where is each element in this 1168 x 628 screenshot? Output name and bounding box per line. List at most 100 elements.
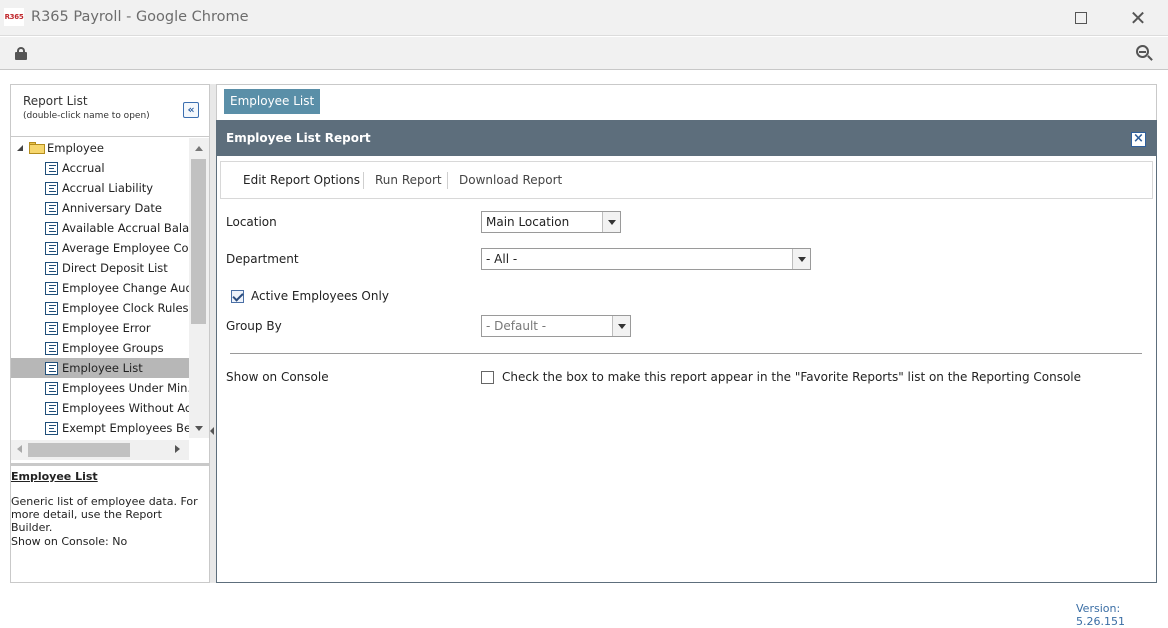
report-icon — [45, 302, 58, 315]
close-report-button[interactable]: × — [1131, 132, 1146, 147]
report-list-item[interactable]: Direct Deposit List — [11, 258, 189, 278]
report-list-item-label: Average Employee Count — [62, 241, 189, 255]
scroll-thumb[interactable] — [191, 159, 206, 324]
tree-folder-employee[interactable]: Employee — [11, 138, 189, 158]
tab-employee-list[interactable]: Employee List — [224, 89, 321, 114]
report-list-header: Report List (double-click name to open) … — [11, 85, 209, 137]
scroll-down-icon[interactable] — [195, 426, 203, 431]
expand-triangle-icon[interactable] — [17, 145, 23, 151]
report-icon — [45, 282, 58, 295]
report-icon — [45, 362, 58, 375]
report-list-item[interactable]: Employee Clock Rules — [11, 298, 189, 318]
report-list-item-label: Available Accrual Balance — [62, 221, 189, 235]
hscroll-thumb[interactable] — [28, 443, 130, 457]
report-list-title: Report List — [23, 94, 88, 108]
description-title: Employee List — [11, 470, 98, 483]
r365-app-icon: R365 — [4, 8, 24, 26]
report-list-item[interactable]: Accrual Liability — [11, 178, 189, 198]
report-icon — [45, 222, 58, 235]
report-list-item-label: Employee List — [62, 361, 143, 375]
subtab-edit-report-options[interactable]: Edit Report Options — [243, 162, 360, 198]
window-titlebar: R365 R365 Payroll - Google Chrome ✕ — [0, 0, 1168, 36]
report-panel-header: Employee List Report — [217, 121, 1156, 156]
report-list-item[interactable]: Employees Under Min. Wage — [11, 378, 189, 398]
subtab-run-report[interactable]: Run Report — [375, 162, 442, 198]
location-value: Main Location — [486, 215, 570, 229]
section-divider — [230, 353, 1142, 354]
report-list-item[interactable]: Employee Groups — [11, 338, 189, 358]
chevron-down-icon[interactable] — [612, 316, 630, 336]
report-list-item[interactable]: Employees Without Accruals — [11, 398, 189, 418]
department-label: Department — [226, 252, 299, 266]
report-icon — [45, 342, 58, 355]
report-tree: Employee Accrual Accrual Liability Anniver… — [11, 138, 189, 438]
show-on-console-checkbox[interactable] — [481, 371, 494, 384]
report-list-subtitle: (double-click name to open) — [23, 111, 150, 121]
maximize-icon — [1075, 12, 1087, 24]
report-list-item-label: Accrual Liability — [62, 181, 154, 195]
description-console-status: Show on Console: No — [11, 535, 128, 548]
report-tab-bar: Employee List — [216, 84, 1157, 120]
report-list-panel: Report List (double-click name to open) … — [10, 84, 210, 583]
report-list-item[interactable]: Anniversary Date — [11, 198, 189, 218]
department-select[interactable]: - All - — [481, 248, 811, 270]
report-icon — [45, 162, 58, 175]
scroll-up-icon[interactable] — [195, 146, 203, 151]
subtab-download-report[interactable]: Download Report — [459, 162, 562, 198]
window-title: R365 Payroll - Google Chrome — [31, 9, 249, 25]
tree-vertical-scrollbar[interactable] — [189, 138, 209, 438]
collapse-panel-button[interactable]: « — [183, 102, 199, 118]
description-text: Generic list of employee data. For more … — [11, 495, 198, 534]
scroll-left-icon[interactable] — [17, 445, 22, 453]
scroll-right-icon[interactable] — [175, 445, 180, 453]
report-list-item[interactable]: Exempt Employees Below — [11, 418, 189, 438]
report-list-item[interactable]: Employee List — [11, 358, 189, 378]
report-list-item-label: Employees Under Min. Wage — [62, 381, 189, 395]
report-subtabs: Edit Report Options Run Report Download … — [220, 161, 1153, 199]
report-list-item[interactable]: Average Employee Count — [11, 238, 189, 258]
tree-horizontal-scrollbar[interactable] — [11, 440, 189, 460]
show-on-console-text[interactable]: Check the box to make this report appear… — [502, 370, 1081, 384]
browser-toolbar — [0, 37, 1168, 70]
report-description: Employee List Generic list of employee d… — [11, 463, 209, 582]
report-icon — [45, 182, 58, 195]
maximize-button[interactable] — [1058, 0, 1104, 36]
close-window-button[interactable]: ✕ — [1115, 0, 1161, 36]
report-icon — [45, 382, 58, 395]
active-employees-label[interactable]: Active Employees Only — [251, 289, 389, 303]
report-icon — [45, 242, 58, 255]
report-panel: Employee List Report × Edit Report Optio… — [216, 120, 1157, 583]
report-list-item-label: Employee Groups — [62, 341, 164, 355]
group-by-label: Group By — [226, 319, 282, 333]
report-list-item[interactable]: Employee Error — [11, 318, 189, 338]
location-select[interactable]: Main Location — [481, 211, 621, 233]
department-value: - All - — [486, 252, 518, 266]
location-label: Location — [226, 215, 277, 229]
report-icon — [45, 262, 58, 275]
report-list-item-label: Direct Deposit List — [62, 261, 168, 275]
report-list-item-label: Employee Clock Rules — [62, 301, 189, 315]
report-list-item-label: Employee Change Audit — [62, 281, 189, 295]
chevron-down-icon[interactable] — [792, 249, 810, 269]
report-title: Employee List Report — [226, 131, 371, 145]
lock-icon[interactable] — [15, 47, 27, 60]
report-icon — [45, 202, 58, 215]
folder-label: Employee — [47, 141, 104, 155]
report-list-item-label: Exempt Employees Below — [62, 421, 189, 435]
report-list-item-label: Employees Without Accruals — [62, 401, 189, 415]
report-list-item[interactable]: Accrual — [11, 158, 189, 178]
active-employees-checkbox[interactable] — [231, 290, 244, 303]
chevron-down-icon[interactable] — [602, 212, 620, 232]
report-icon — [45, 402, 58, 415]
report-list-item[interactable]: Employee Change Audit — [11, 278, 189, 298]
group-by-value: - Default - — [486, 319, 547, 333]
collapse-left-arrow-icon[interactable] — [210, 427, 214, 435]
report-list-item-label: Accrual — [62, 161, 105, 175]
report-icon — [45, 322, 58, 335]
report-icon — [45, 422, 58, 435]
zoom-out-icon[interactable] — [1136, 45, 1154, 63]
report-list-item-label: Employee Error — [62, 321, 151, 335]
version-label: Version: 5.26.151 — [1076, 602, 1125, 628]
report-list-item[interactable]: Available Accrual Balance — [11, 218, 189, 238]
group-by-select[interactable]: - Default - — [481, 315, 631, 337]
